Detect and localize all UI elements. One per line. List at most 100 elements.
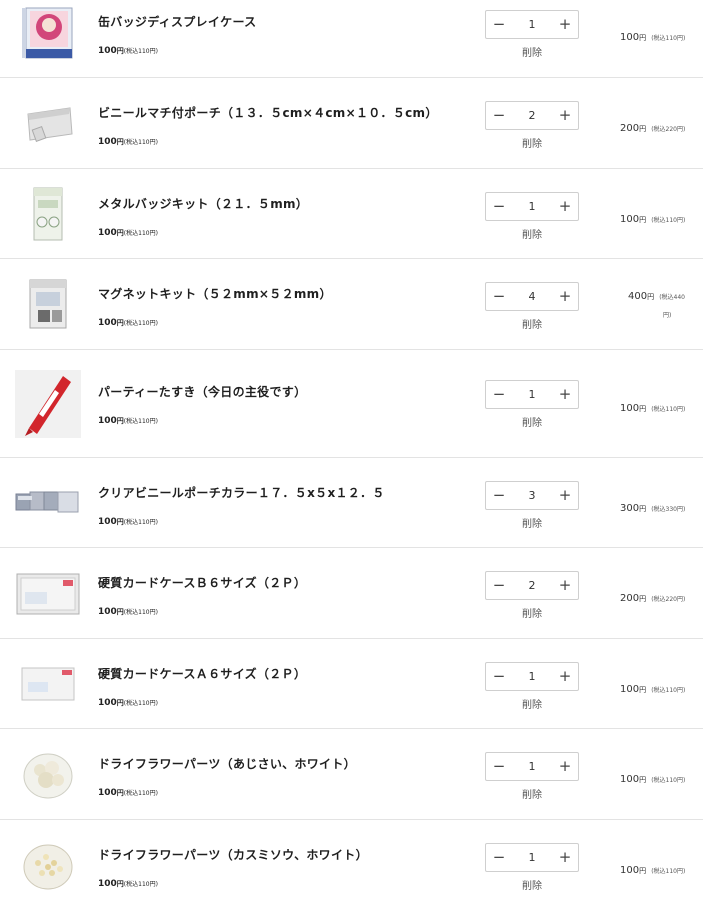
- product-thumbnail[interactable]: [14, 184, 82, 244]
- item-name[interactable]: メタルバッジキット（２１．５mm）: [98, 195, 308, 212]
- delete-link[interactable]: 削除: [485, 515, 579, 530]
- item-name[interactable]: マグネットキット（５２mm×５２mm）: [98, 285, 332, 302]
- cart-row: ドライフラワーパーツ（あじさい、ホワイト） 100円(税込110円) − 1 +…: [0, 729, 703, 820]
- line-total: 400円 (税込440 円): [628, 285, 700, 325]
- item-name[interactable]: ドライフラワーパーツ（カスミソウ、ホワイト）: [98, 846, 368, 863]
- unit-price: 100円(税込110円): [98, 220, 308, 239]
- item-info: クリアビニールポーチカラー１７．５x５x１２．５ 100円(税込110円): [98, 484, 385, 528]
- yen-label: 円: [116, 518, 124, 526]
- decrease-button[interactable]: −: [486, 572, 512, 599]
- delete-link[interactable]: 削除: [485, 226, 579, 241]
- quantity-value[interactable]: 1: [512, 18, 552, 31]
- quantity-control: − 4 + 削除: [485, 282, 579, 331]
- item-name[interactable]: パーティーたすき（今日の主役です）: [98, 383, 306, 400]
- product-thumbnail[interactable]: [14, 274, 82, 334]
- decrease-button[interactable]: −: [486, 283, 512, 310]
- quantity-stepper: − 3 +: [485, 481, 579, 510]
- yen-label: 円: [639, 216, 647, 224]
- quantity-control: − 1 + 削除: [485, 752, 579, 801]
- item-name[interactable]: ビニールマチ付ポーチ（１３．５cm×４cm×１０．５cm）: [98, 104, 438, 121]
- card-case-a6-image: [21, 667, 75, 701]
- increase-button[interactable]: +: [552, 193, 578, 220]
- unit-price-value: 100: [98, 228, 117, 238]
- increase-button[interactable]: +: [552, 102, 578, 129]
- quantity-value[interactable]: 4: [512, 290, 552, 303]
- quantity-value[interactable]: 1: [512, 200, 552, 213]
- line-total-value: 100: [620, 865, 640, 876]
- product-thumbnail[interactable]: [14, 4, 82, 64]
- unit-price-value: 100: [98, 416, 117, 426]
- product-thumbnail[interactable]: [14, 473, 82, 533]
- delete-link[interactable]: 削除: [485, 414, 579, 429]
- increase-button[interactable]: +: [552, 753, 578, 780]
- unit-price-tax: (税込110円): [123, 230, 158, 237]
- unit-price-tax: (税込110円): [123, 418, 158, 425]
- item-info: ドライフラワーパーツ（あじさい、ホワイト） 100円(税込110円): [98, 755, 356, 799]
- quantity-value[interactable]: 1: [512, 670, 552, 683]
- line-total-value: 100: [620, 32, 640, 43]
- line-total-tax: (税込220円): [651, 596, 686, 603]
- item-info: 缶バッジディスプレイケース 100円(税込110円): [98, 13, 256, 57]
- quantity-value[interactable]: 2: [512, 109, 552, 122]
- increase-button[interactable]: +: [552, 283, 578, 310]
- cart-row: ドライフラワーパーツ（カスミソウ、ホワイト） 100円(税込110円) − 1 …: [0, 820, 703, 908]
- decrease-button[interactable]: −: [486, 102, 512, 129]
- unit-price: 100円(税込110円): [98, 690, 306, 709]
- decrease-button[interactable]: −: [486, 11, 512, 38]
- unit-price-value: 100: [98, 698, 117, 708]
- quantity-value[interactable]: 1: [512, 388, 552, 401]
- decrease-button[interactable]: −: [486, 381, 512, 408]
- quantity-value[interactable]: 3: [512, 489, 552, 502]
- quantity-value[interactable]: 2: [512, 579, 552, 592]
- line-total: 100円 (税込110円): [620, 396, 700, 415]
- decrease-button[interactable]: −: [486, 482, 512, 509]
- delete-link[interactable]: 削除: [485, 877, 579, 892]
- cart-row: ビニールマチ付ポーチ（１３．５cm×４cm×１０．５cm） 100円(税込110…: [0, 78, 703, 169]
- yen-label: 円: [116, 417, 124, 425]
- line-total-value: 100: [620, 774, 640, 785]
- increase-button[interactable]: +: [552, 663, 578, 690]
- line-total-tax: (税込110円): [651, 777, 686, 784]
- quantity-value[interactable]: 1: [512, 760, 552, 773]
- increase-button[interactable]: +: [552, 844, 578, 871]
- decrease-button[interactable]: −: [486, 193, 512, 220]
- item-name[interactable]: ドライフラワーパーツ（あじさい、ホワイト）: [98, 755, 356, 772]
- item-name[interactable]: 缶バッジディスプレイケース: [98, 13, 256, 30]
- product-thumbnail[interactable]: [14, 654, 82, 714]
- unit-price-value: 100: [98, 318, 117, 328]
- product-thumbnail[interactable]: [14, 744, 82, 804]
- increase-button[interactable]: +: [552, 381, 578, 408]
- product-thumbnail[interactable]: [14, 835, 82, 895]
- quantity-value[interactable]: 1: [512, 851, 552, 864]
- product-thumbnail[interactable]: [14, 563, 82, 623]
- delete-link[interactable]: 削除: [485, 135, 579, 150]
- dried-flower-hydrangea-image: [23, 753, 73, 799]
- delete-link[interactable]: 削除: [485, 605, 579, 620]
- item-name[interactable]: クリアビニールポーチカラー１７．５x５x１２．５: [98, 484, 385, 501]
- yen-label: 円: [639, 595, 647, 603]
- increase-button[interactable]: +: [552, 11, 578, 38]
- line-total-tax: (税込110円): [651, 687, 686, 694]
- product-thumbnail[interactable]: [14, 370, 82, 438]
- delete-link[interactable]: 削除: [485, 316, 579, 331]
- decrease-button[interactable]: −: [486, 753, 512, 780]
- delete-link[interactable]: 削除: [485, 696, 579, 711]
- unit-price: 100円(税込110円): [98, 408, 306, 427]
- product-thumbnail[interactable]: [14, 93, 82, 153]
- vinyl-pouch-image: [27, 107, 73, 142]
- line-total-value: 100: [620, 214, 640, 225]
- quantity-control: − 1 + 削除: [485, 662, 579, 711]
- yen-label: 円: [116, 319, 124, 327]
- delete-link[interactable]: 削除: [485, 44, 579, 59]
- item-name[interactable]: 硬質カードケースＡ６サイズ（２Ｐ）: [98, 665, 306, 682]
- yen-label: 円: [639, 867, 647, 875]
- line-total: 200円 (税込220円): [620, 586, 700, 605]
- delete-link[interactable]: 削除: [485, 786, 579, 801]
- cart-row: クリアビニールポーチカラー１７．５x５x１２．５ 100円(税込110円) − …: [0, 458, 703, 548]
- increase-button[interactable]: +: [552, 572, 578, 599]
- unit-price: 100円(税込110円): [98, 129, 438, 148]
- decrease-button[interactable]: −: [486, 663, 512, 690]
- increase-button[interactable]: +: [552, 482, 578, 509]
- item-name[interactable]: 硬質カードケースＢ６サイズ（２Ｐ）: [98, 574, 306, 591]
- decrease-button[interactable]: −: [486, 844, 512, 871]
